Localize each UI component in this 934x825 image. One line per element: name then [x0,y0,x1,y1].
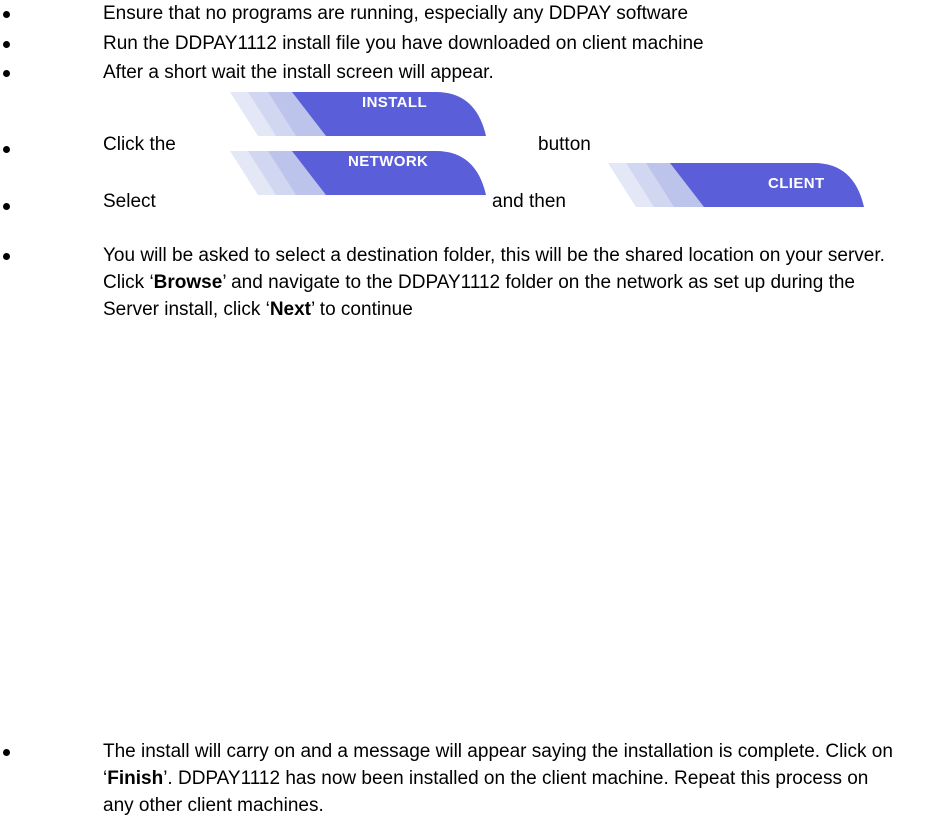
bullet-icon [3,749,10,756]
bullet-icon [3,11,10,18]
bullet-icon [3,253,10,260]
list-item: Select NETWORK and then CLIENT [0,148,934,212]
list-item: Click the INSTALL button [0,88,934,155]
paragraph-text: ’ to continue [311,299,413,320]
install-button: INSTALL [218,90,486,136]
bullet-icon [3,70,10,77]
step-text: Select [103,191,156,212]
step-paragraph: You will be asked to select a destinatio… [103,242,893,323]
step-text-middle: and then [492,191,566,212]
list-item: After a short wait the install screen wi… [0,59,934,87]
browse-emphasis: Browse [153,272,223,293]
bullet-icon [3,41,10,48]
client-button-label: CLIENT [768,175,825,192]
list-item: You will be asked to select a destinatio… [0,242,934,354]
list-item: Run the DDPAY1112 install file you have … [0,30,934,58]
paragraph-text: ’. DDPAY1112 has now been installed on t… [103,768,869,816]
install-button-label: INSTALL [362,94,428,111]
step-paragraph: The install will carry on and a message … [103,738,893,819]
network-button: NETWORK [218,149,486,195]
bullet-icon [3,203,10,210]
client-button: CLIENT [596,161,864,207]
step-text: Ensure that no programs are running, esp… [103,3,689,24]
network-button-label: NETWORK [348,153,429,170]
step-text: After a short wait the install screen wi… [103,62,494,83]
list-item: Ensure that no programs are running, esp… [0,0,934,28]
next-emphasis: Next [269,299,312,320]
list-item: The install will carry on and a message … [0,738,934,822]
step-text: Run the DDPAY1112 install file you have … [103,33,704,54]
finish-emphasis: Finish [107,768,164,789]
tab-shape-icon [230,92,486,136]
